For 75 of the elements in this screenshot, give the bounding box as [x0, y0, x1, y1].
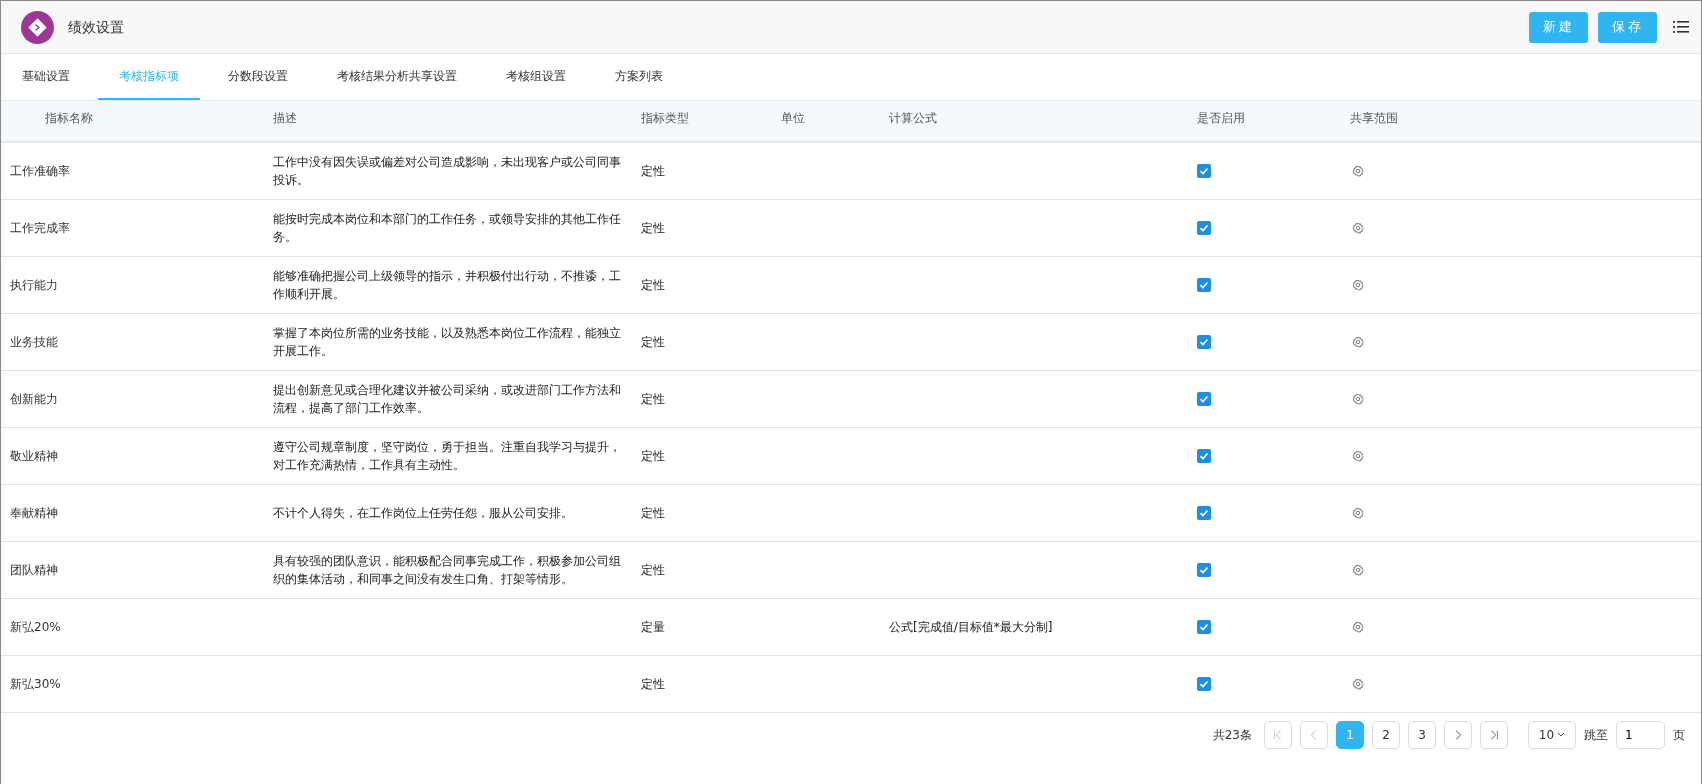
page-button[interactable]: 2: [1372, 720, 1400, 749]
table-cell: 定性: [641, 562, 665, 577]
table-cell: 定性: [641, 220, 665, 235]
checkbox[interactable]: [1197, 449, 1211, 463]
table-cell: 定性: [641, 277, 665, 292]
table-cell: 新弘20%: [10, 619, 61, 634]
table-cell: 不计个人得失，在工作岗位上任劳任怨，服从公司安排。: [273, 505, 573, 520]
page-unit-label: 页: [1673, 726, 1685, 744]
checkbox[interactable]: [1197, 563, 1211, 577]
table-cell: 定性: [641, 505, 665, 520]
page-title: 绩效设置: [68, 17, 124, 37]
checkbox[interactable]: [1197, 164, 1211, 179]
menu-icon[interactable]: [1673, 20, 1689, 34]
jump-label: 跳至: [1584, 726, 1608, 744]
table-cell: 遵守公司规章制度，坚守岗位，勇于担当。注重自我学习与提升，对工作充满热情，工作具有主动性。: [273, 439, 621, 472]
settings-icon[interactable]: [1352, 507, 1364, 519]
checkbox[interactable]: [1197, 620, 1211, 634]
table-cell: 提出创新意见或合理化建议并被公司采纳，或改进部门工作方法和流程，提高了部门工作效率。: [273, 382, 621, 415]
column-header: 指标类型: [641, 111, 689, 125]
table-cell: 能按时完成本岗位和本部门的工作任务，或领导安排的其他工作任务。: [273, 211, 621, 244]
tab[interactable]: 分数段设置: [207, 54, 309, 100]
chevron-icon: [1488, 728, 1500, 741]
table-cell: 执行能力: [10, 277, 58, 292]
column-header: 单位: [781, 111, 805, 125]
table-cell: 定性: [641, 676, 665, 691]
checkbox[interactable]: [1197, 392, 1211, 406]
table-cell: 奉献精神: [10, 505, 58, 520]
table-cell: 敬业精神: [10, 448, 58, 463]
column-header: 共享范围: [1350, 111, 1398, 125]
table-cell: 掌握了本岗位所需的业务技能，以及熟悉本岗位工作流程，能独立开展工作。: [273, 325, 621, 358]
checkbox[interactable]: [1197, 278, 1211, 292]
settings-icon[interactable]: [1352, 678, 1364, 690]
page-button[interactable]: 3: [1408, 720, 1436, 749]
tab[interactable]: 方案列表: [594, 54, 684, 100]
table-cell: 业务技能: [10, 334, 58, 349]
checkbox[interactable]: [1197, 221, 1211, 235]
table-cell: 定性: [641, 163, 665, 178]
settings-icon[interactable]: [1352, 165, 1364, 178]
next-page-button[interactable]: [1444, 720, 1472, 749]
tab[interactable]: 基础设置: [1, 54, 91, 100]
table-cell: 定量: [641, 619, 665, 634]
page-input[interactable]: 1: [1616, 720, 1665, 749]
page-size-select[interactable]: 10: [1528, 720, 1576, 749]
table-cell: 定性: [641, 448, 665, 463]
checkbox[interactable]: [1197, 506, 1211, 520]
settings-icon[interactable]: [1352, 279, 1364, 291]
table-cell: 具有较强的团队意识，能积极配合同事完成工作，积极参加公司组织的集体活动，和同事之间没有发生口角、打架等情形。: [273, 553, 621, 586]
table-cell: 工作准确率: [10, 163, 70, 178]
logo-icon: [21, 10, 54, 44]
settings-icon[interactable]: [1352, 222, 1364, 234]
tab[interactable]: 考核结果分析共享设置: [316, 54, 478, 100]
table-cell: 公式[完成值/目标值*最大分制]: [889, 619, 1053, 634]
column-header: 指标名称: [45, 111, 93, 125]
settings-icon[interactable]: [1352, 393, 1364, 405]
settings-icon[interactable]: [1352, 450, 1364, 462]
total-count: 共23条: [1212, 726, 1252, 744]
caret-icon: [1557, 731, 1566, 738]
checkbox[interactable]: [1197, 677, 1211, 691]
checkbox[interactable]: [1197, 335, 1211, 349]
table-cell: 新弘30%: [10, 676, 61, 691]
table-cell: 定性: [641, 334, 665, 349]
settings-icon[interactable]: [1352, 564, 1364, 576]
table-cell: 能够准确把握公司上级领导的指示，并积极付出行动，不推诿，工作顺利开展。: [273, 268, 621, 301]
chevron-icon: [1272, 728, 1284, 741]
column-header: 计算公式: [889, 111, 937, 125]
table-cell: 工作完成率: [10, 220, 70, 235]
table-cell: 工作中没有因失误或偏差对公司造成影响，未出现客户或公司同事投诉。: [273, 154, 621, 187]
column-header: 是否启用: [1197, 111, 1245, 125]
settings-icon[interactable]: [1352, 336, 1364, 348]
tab[interactable]: 考核组设置: [485, 54, 587, 100]
table-cell: 创新能力: [10, 391, 58, 406]
column-header: 描述: [273, 111, 297, 125]
table-cell: 定性: [641, 391, 665, 406]
settings-icon[interactable]: [1352, 621, 1364, 633]
table-cell: 团队精神: [10, 562, 58, 577]
